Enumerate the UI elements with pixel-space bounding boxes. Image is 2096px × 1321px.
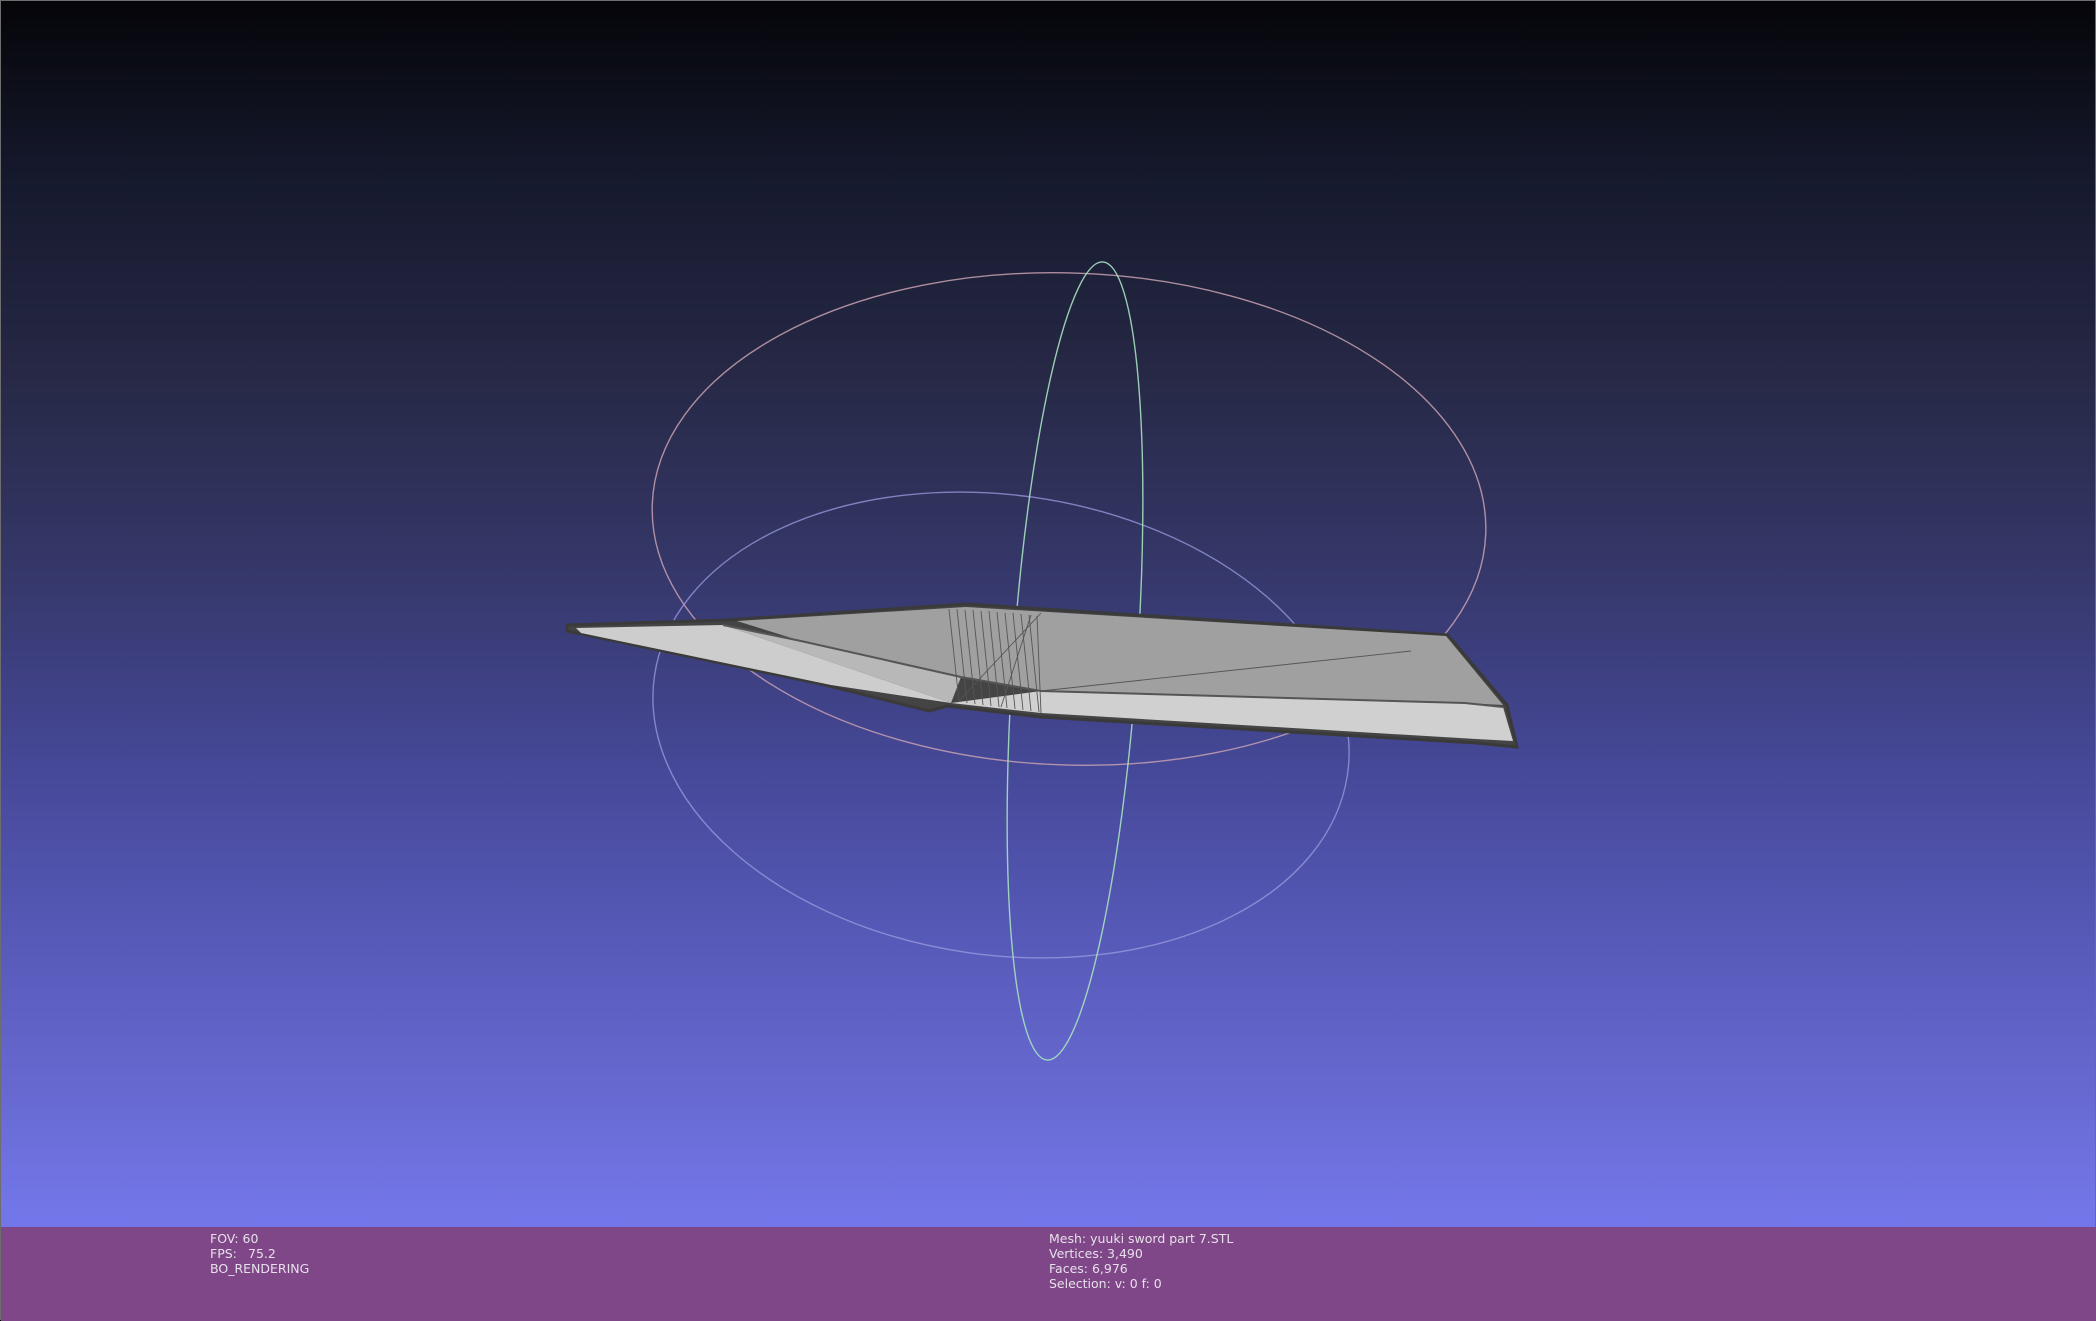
sword-blade-mesh[interactable] <box>565 602 1519 749</box>
info-bar: FOV: 60 FPS: 75.2 BO_RENDERING Mesh: yuuk… <box>1 1227 2096 1321</box>
mesh-name: Mesh: yuuki sword part 7.STL <box>1049 1231 1234 1246</box>
mesh-info: Mesh: yuuki sword part 7.STL Vertices: 3… <box>1049 1231 1233 1291</box>
fps-label: FPS: <box>210 1246 237 1261</box>
vertex-count: Vertices: 3,490 <box>1049 1246 1143 1261</box>
render-info: FOV: 60 FPS: 75.2 BO_RENDERING <box>210 1231 309 1276</box>
selection-info: Selection: v: 0 f: 0 <box>1049 1276 1162 1291</box>
render-mode: BO_RENDERING <box>210 1261 310 1276</box>
face-count: Faces: 6,976 <box>1049 1261 1128 1276</box>
fps-readout: FPS: 75.2 <box>210 1246 309 1261</box>
3d-viewport[interactable]: FOV: 60 FPS: 75.2 BO_RENDERING Mesh: yuuk… <box>0 0 2096 1321</box>
fov-readout: FOV: 60 <box>210 1231 259 1246</box>
fps-value: 75.2 <box>248 1246 276 1261</box>
scene-canvas[interactable] <box>1 1 2096 1227</box>
